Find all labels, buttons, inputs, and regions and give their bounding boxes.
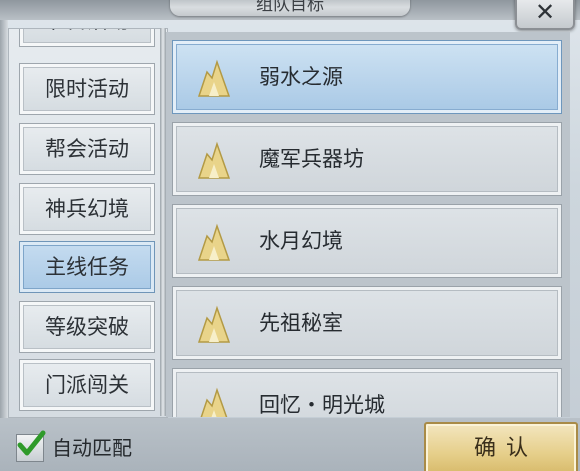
checkmark-icon bbox=[17, 430, 46, 456]
nav-item-main-quest[interactable]: 主线任务 bbox=[19, 241, 155, 293]
list-item-label: 魔军兵器坊 bbox=[259, 147, 364, 171]
target-list: 弱水之源 魔军兵器坊 水月幻境 先祖秘室 回忆・明光城 bbox=[166, 32, 570, 417]
nav-item-sect-challenge[interactable]: 门派闯关 bbox=[19, 359, 155, 411]
list-item[interactable]: 回忆・明光城 bbox=[172, 368, 562, 417]
nav-item-level-breakthrough[interactable]: 等级突破 bbox=[19, 301, 155, 353]
mountain-icon bbox=[200, 387, 228, 417]
team-target-dialog: 组队目标 ✕ 节日活动 限时活动 帮会活动 神兵幻境 主线任务 等级突破 门派闯… bbox=[0, 0, 580, 471]
category-nav: 节日活动 限时活动 帮会活动 神兵幻境 主线任务 等级突破 门派闯关 bbox=[8, 28, 168, 418]
nav-item-limited-time[interactable]: 限时活动 bbox=[19, 63, 155, 115]
auto-match-label: 自动匹配 bbox=[52, 436, 132, 460]
list-item-label: 弱水之源 bbox=[259, 65, 343, 89]
dialog-title: 组队目标 bbox=[170, 0, 410, 16]
auto-match-checkbox[interactable] bbox=[16, 430, 46, 462]
nav-item-festival[interactable]: 节日活动 bbox=[19, 29, 155, 47]
list-item-label: 先祖秘室 bbox=[259, 311, 343, 335]
mountain-icon bbox=[197, 59, 231, 97]
close-button[interactable]: ✕ bbox=[515, 0, 575, 30]
mountain-icon bbox=[197, 141, 231, 179]
confirm-button[interactable]: 确认 bbox=[424, 422, 578, 471]
frame-border bbox=[0, 20, 8, 418]
list-item-label: 回忆・明光城 bbox=[259, 393, 385, 417]
nav-item-guild[interactable]: 帮会活动 bbox=[19, 123, 155, 175]
list-item[interactable]: 魔军兵器坊 bbox=[172, 122, 562, 196]
nav-item-divine-weapon[interactable]: 神兵幻境 bbox=[19, 183, 155, 235]
mountain-icon bbox=[197, 223, 231, 261]
list-item[interactable]: 水月幻境 bbox=[172, 204, 562, 278]
list-item[interactable]: 弱水之源 bbox=[172, 40, 562, 114]
list-item[interactable]: 先祖秘室 bbox=[172, 286, 562, 360]
auto-match-toggle[interactable]: 自动匹配 bbox=[16, 430, 166, 464]
close-icon: ✕ bbox=[534, 0, 556, 26]
list-item-label: 水月幻境 bbox=[259, 229, 343, 253]
mountain-icon bbox=[197, 305, 231, 343]
